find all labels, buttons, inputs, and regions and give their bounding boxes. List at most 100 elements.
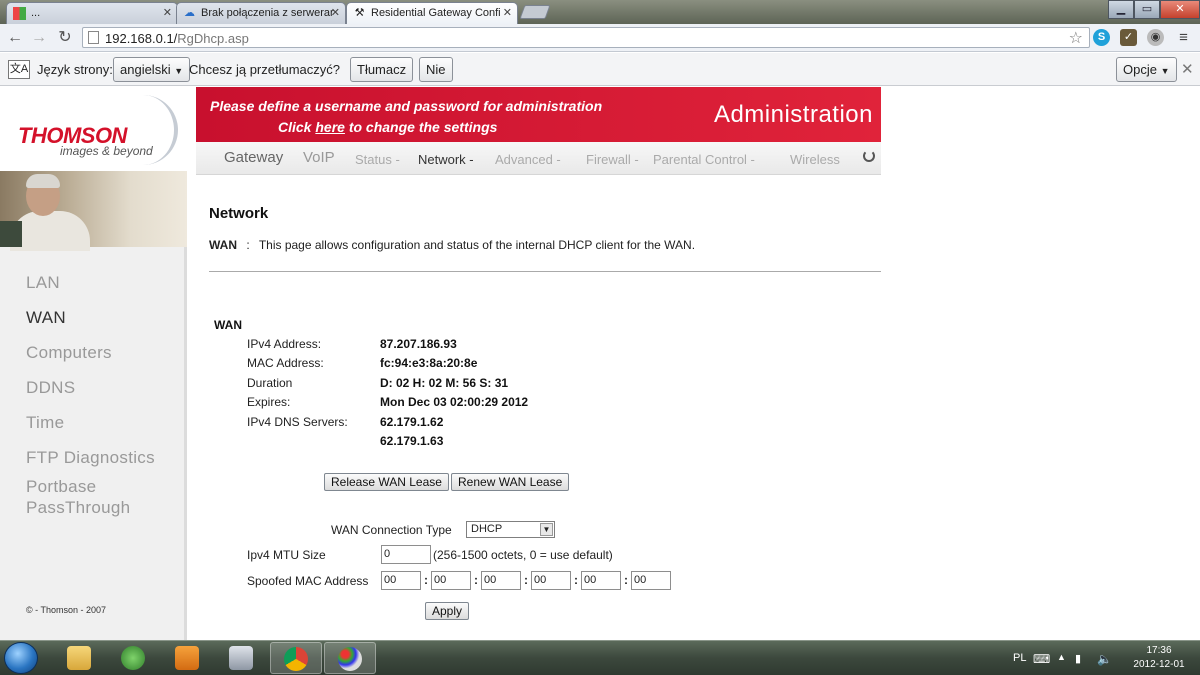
spoofed-mac-label: Spoofed MAC Address bbox=[247, 574, 369, 588]
wan-connection-type-select[interactable]: DHCP ▼ bbox=[466, 521, 555, 538]
maximize-icon[interactable]: ▭ bbox=[1134, 0, 1160, 19]
sidebar-item-lan[interactable]: LAN bbox=[26, 272, 60, 293]
mac-octet-1-input[interactable]: 00 bbox=[381, 571, 421, 590]
duration-value: D: 02 H: 02 M: 56 S: 31 bbox=[380, 376, 509, 390]
nav-status[interactable]: Status - bbox=[355, 152, 400, 167]
nav-advanced[interactable]: Advanced - bbox=[495, 152, 561, 167]
mac-octet-2-input[interactable]: 00 bbox=[431, 571, 471, 590]
apply-button[interactable]: Apply bbox=[425, 602, 470, 620]
divider bbox=[209, 271, 881, 272]
browser-tab-2[interactable]: ☁ Brak połączenia z serwerar ✕ bbox=[176, 2, 346, 24]
explorer-taskbar-button[interactable] bbox=[54, 642, 106, 674]
tools-icon: ⚒ bbox=[354, 7, 365, 19]
chrome-taskbar-button[interactable] bbox=[270, 642, 322, 674]
network-taskbar-button[interactable] bbox=[108, 642, 160, 674]
usb-icon[interactable]: ▮ bbox=[1075, 652, 1081, 665]
mac-octet-5-input[interactable]: 00 bbox=[581, 571, 621, 590]
mac-octet-4-input[interactable]: 00 bbox=[531, 571, 571, 590]
translate-button[interactable]: Tłumacz bbox=[350, 57, 414, 82]
wrench-menu-icon[interactable]: ≡ bbox=[1175, 29, 1192, 46]
colon-separator: : bbox=[474, 573, 478, 587]
language-select[interactable]: angielski ▼ bbox=[113, 57, 191, 82]
archive-taskbar-button[interactable] bbox=[216, 642, 268, 674]
paint-taskbar-button[interactable] bbox=[324, 642, 376, 674]
page-viewport: THOMSON images & beyond Please define a … bbox=[0, 87, 1200, 640]
expires-label: Expires: bbox=[247, 395, 291, 409]
mac-octet-6-input[interactable]: 00 bbox=[631, 571, 671, 590]
admin-notice-line2: Click here to change the settings bbox=[278, 119, 498, 135]
sidebar-item-computers[interactable]: Computers bbox=[26, 342, 112, 363]
folder-icon bbox=[67, 646, 91, 670]
ipv4-address-value: 87.207.186.93 bbox=[380, 337, 457, 351]
close-translate-bar-icon[interactable]: ✕ bbox=[1181, 60, 1194, 78]
reload-icon[interactable]: ↻ bbox=[54, 27, 76, 49]
media-taskbar-button[interactable] bbox=[162, 642, 214, 674]
browser-tab-active[interactable]: ⚒ Residential Gateway Confi ✕ bbox=[346, 2, 518, 24]
close-tab-icon[interactable]: ✕ bbox=[503, 6, 512, 19]
colon-separator: : bbox=[574, 573, 578, 587]
new-tab-button[interactable] bbox=[519, 5, 551, 19]
window-close-icon[interactable]: ✕ bbox=[1160, 0, 1200, 19]
no-translate-button[interactable]: Nie bbox=[419, 57, 453, 82]
nav-firewall[interactable]: Firewall - bbox=[586, 152, 639, 167]
back-icon[interactable]: ← bbox=[4, 27, 26, 49]
sidebar-item-time[interactable]: Time bbox=[26, 412, 64, 433]
here-link[interactable]: here bbox=[315, 119, 345, 135]
tab-title: Residential Gateway Confi bbox=[371, 7, 501, 19]
copyright: © - Thomson - 2007 bbox=[26, 605, 107, 615]
bookmark-star-icon[interactable]: ☆ bbox=[1069, 28, 1083, 48]
windows-flag-icon bbox=[13, 7, 26, 20]
chrome-icon bbox=[284, 647, 308, 671]
eye-icon[interactable]: ◉ bbox=[1147, 29, 1164, 46]
address-bar[interactable]: 192.168.0.1/RgDhcp.asp ☆ bbox=[82, 27, 1090, 48]
nav-wireless[interactable]: Wireless bbox=[790, 152, 840, 167]
nav-parental-control[interactable]: Parental Control - bbox=[653, 152, 755, 167]
admin-banner: Please define a username and password fo… bbox=[196, 87, 881, 142]
nav-network[interactable]: Network - bbox=[418, 152, 474, 167]
system-clock[interactable]: 17:36 2012-12-01 bbox=[1128, 644, 1190, 672]
renew-wan-lease-button[interactable]: Renew WAN Lease bbox=[451, 473, 570, 491]
translate-options-button[interactable]: Opcje ▼ bbox=[1116, 57, 1177, 82]
release-wan-lease-button[interactable]: Release WAN Lease bbox=[324, 473, 449, 491]
expires-value: Mon Dec 03 02:00:29 2012 bbox=[380, 395, 529, 409]
sidebar-item-ftp-diagnostics[interactable]: FTP Diagnostics bbox=[26, 447, 155, 468]
tab-title: Brak połączenia z serwerar bbox=[201, 7, 334, 19]
page-language-label: Język strony: bbox=[37, 62, 113, 77]
browser-tab-1[interactable]: ... ✕ bbox=[6, 2, 178, 24]
page-icon bbox=[88, 31, 99, 44]
nav-voip[interactable]: VoIP bbox=[303, 149, 335, 166]
sidebar-item-portbase[interactable]: Portbase PassThrough bbox=[26, 476, 130, 518]
skype-icon[interactable]: S bbox=[1093, 29, 1110, 46]
close-tab-icon[interactable]: ✕ bbox=[163, 6, 172, 19]
input-language[interactable]: PL bbox=[1013, 652, 1026, 664]
mtu-size-input[interactable]: 0 bbox=[381, 545, 431, 564]
sidebar: LAN WAN Computers DDNS Time FTP Diagnost… bbox=[0, 171, 187, 640]
top-nav: Gateway VoIP Status - Network - Advanced… bbox=[196, 142, 881, 175]
section-title: Administration bbox=[713, 101, 873, 128]
volume-icon[interactable]: 🔈 bbox=[1097, 652, 1112, 666]
keyboard-icon[interactable]: ⌨ bbox=[1033, 652, 1050, 666]
connection-type-value: DHCP bbox=[471, 523, 503, 535]
clock-time: 17:36 bbox=[1146, 645, 1172, 656]
extension-icon[interactable]: ✓ bbox=[1120, 29, 1137, 46]
chevron-down-icon: ▼ bbox=[1160, 66, 1170, 76]
nav-gateway[interactable]: Gateway bbox=[224, 149, 283, 166]
sidebar-item-wan[interactable]: WAN bbox=[26, 307, 66, 328]
close-tab-icon[interactable]: ✕ bbox=[331, 6, 340, 19]
translate-question: Chcesz ją przetłumaczyć? bbox=[189, 62, 340, 77]
start-button-icon[interactable] bbox=[4, 642, 38, 674]
minimize-icon[interactable]: ▁ bbox=[1108, 0, 1134, 19]
language-select-value: angielski bbox=[120, 62, 171, 77]
wan-section-title: WAN bbox=[214, 318, 242, 332]
forward-icon[interactable]: → bbox=[28, 27, 50, 49]
mtu-size-label: Ipv4 MTU Size bbox=[247, 548, 326, 562]
browser-toolbar: ← → ↻ 192.168.0.1/RgDhcp.asp ☆ S ✓ ◉ ≡ bbox=[0, 24, 1200, 52]
sidebar-item-ddns[interactable]: DDNS bbox=[26, 377, 75, 398]
people-icon bbox=[121, 646, 145, 670]
mac-octet-3-input[interactable]: 00 bbox=[481, 571, 521, 590]
mac-address-label: MAC Address: bbox=[247, 356, 324, 370]
show-hidden-icons-icon[interactable]: ▲ bbox=[1057, 652, 1066, 662]
translate-bar: 文A Język strony: angielski ▼ Chcesz ją p… bbox=[0, 53, 1200, 86]
duration-label: Duration bbox=[247, 376, 293, 390]
chevron-down-icon: ▼ bbox=[174, 66, 184, 76]
